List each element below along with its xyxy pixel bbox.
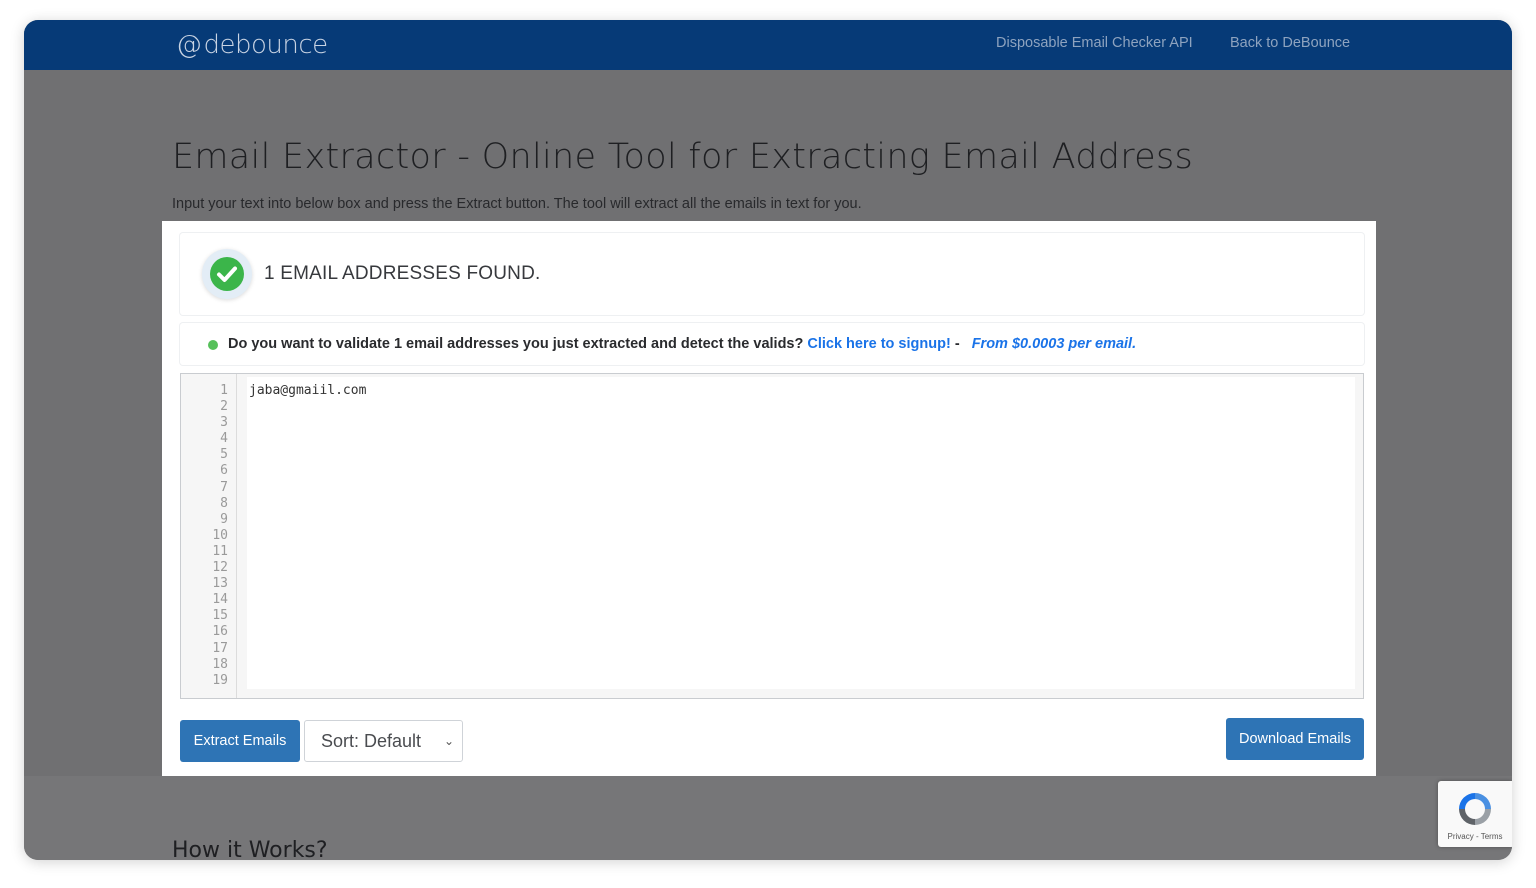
browser-window: @ debounce Disposable Email Checker API … bbox=[24, 20, 1512, 860]
line-number: 4 bbox=[220, 431, 228, 447]
recaptcha-icon bbox=[1459, 793, 1491, 825]
line-number: 6 bbox=[220, 463, 228, 479]
page-subtitle: Input your text into below box and press… bbox=[172, 196, 862, 212]
promo-text: Do you want to validate 1 email addresse… bbox=[228, 336, 804, 352]
chevron-down-icon: ⌄ bbox=[443, 734, 454, 748]
navbar: @ debounce Disposable Email Checker API … bbox=[24, 20, 1512, 70]
status-dot-icon bbox=[208, 340, 218, 350]
at-logo-icon: @ bbox=[176, 30, 202, 60]
how-it-works-heading: How it Works? bbox=[172, 838, 328, 860]
editor-text-area[interactable]: jaba@gmaiil.com bbox=[247, 377, 1355, 689]
download-emails-button[interactable]: Download Emails bbox=[1226, 718, 1364, 760]
validation-promo: Do you want to validate 1 email addresse… bbox=[180, 323, 1364, 365]
line-number: 18 bbox=[212, 656, 228, 672]
result-panel: 1 EMAIL ADDRESSES FOUND. Do you want to … bbox=[162, 221, 1376, 776]
result-summary: 1 EMAIL ADDRESSES FOUND. bbox=[180, 233, 1364, 315]
line-number: 3 bbox=[220, 415, 228, 431]
line-number: 10 bbox=[212, 527, 228, 543]
line-number: 14 bbox=[212, 592, 228, 608]
line-number: 17 bbox=[212, 640, 228, 656]
line-number-gutter: 1 2 3 4 5 6 7 8 9 10 11 12 13 14 15 16 17 18 19 bbox=[181, 374, 237, 698]
line-number: 16 bbox=[212, 624, 228, 640]
line-number: 11 bbox=[212, 543, 228, 559]
nav-link-api[interactable]: Disposable Email Checker API bbox=[996, 35, 1193, 51]
success-badge bbox=[202, 249, 252, 299]
line-number: 7 bbox=[220, 479, 228, 495]
promo-separator: - bbox=[950, 336, 960, 352]
price-text: From $0.0003 per email. bbox=[971, 336, 1137, 352]
line-number: 12 bbox=[212, 560, 228, 576]
check-icon bbox=[217, 266, 237, 282]
line-number: 5 bbox=[220, 447, 228, 463]
line-number: 2 bbox=[220, 399, 228, 415]
nav-link-back[interactable]: Back to DeBounce bbox=[1230, 35, 1350, 51]
recaptcha-links[interactable]: Privacy - Terms bbox=[1438, 832, 1512, 841]
line-number: 13 bbox=[212, 576, 228, 592]
line-number: 15 bbox=[212, 608, 228, 624]
brand-logo[interactable]: @ debounce bbox=[176, 29, 328, 61]
recaptcha-badge[interactable]: Privacy - Terms bbox=[1438, 781, 1512, 847]
sort-select[interactable]: Sort: Default ⌄ bbox=[304, 720, 463, 762]
line-number: 1 bbox=[220, 383, 228, 398]
line-number: 9 bbox=[220, 511, 228, 527]
brand-name: debounce bbox=[203, 30, 329, 60]
result-status-text: 1 EMAIL ADDRESSES FOUND. bbox=[264, 263, 541, 284]
sort-select-value: Sort: Default bbox=[321, 731, 422, 751]
page-title: Email Extractor - Online Tool for Extrac… bbox=[172, 137, 1194, 177]
signup-link[interactable]: Click here to signup! bbox=[807, 336, 950, 352]
emails-editor[interactable]: 1 2 3 4 5 6 7 8 9 10 11 12 13 14 15 16 17 18 19 jaba@gmaii… bbox=[180, 373, 1364, 699]
editor-line-content: jaba@gmaiil.com bbox=[249, 383, 367, 398]
extract-emails-button[interactable]: Extract Emails bbox=[180, 720, 300, 762]
line-number: 8 bbox=[220, 495, 228, 511]
line-number: 19 bbox=[212, 672, 228, 688]
